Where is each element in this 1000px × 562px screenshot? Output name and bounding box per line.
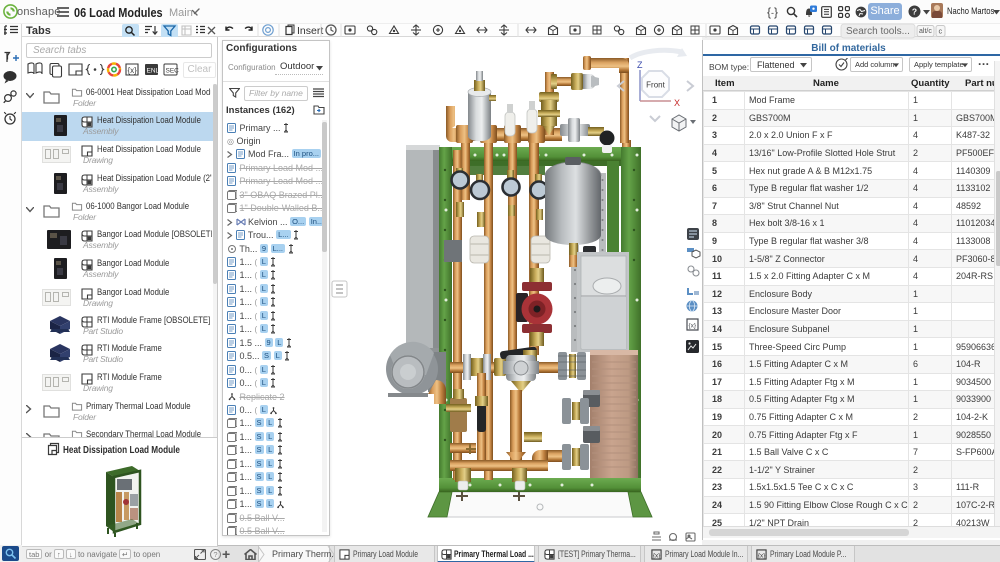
- svg-text:{x}: {x}: [689, 323, 697, 330]
- svg-text:Front: Front: [646, 81, 665, 90]
- svg-text:?: ?: [912, 6, 917, 16]
- svg-text:Tabs: Tabs: [26, 25, 51, 37]
- svg-text:c: c: [939, 27, 943, 36]
- svg-text:X: X: [674, 98, 680, 108]
- svg-text:alt/c: alt/c: [919, 28, 932, 35]
- svg-text:SEC: SEC: [166, 68, 180, 75]
- svg-text:?: ?: [213, 550, 217, 559]
- svg-text:ENL: ENL: [147, 68, 160, 75]
- svg-text:{x}: {x}: [758, 552, 766, 559]
- svg-text:Insert: Insert: [297, 25, 323, 37]
- svg-text:{x}: {x}: [653, 552, 661, 559]
- svg-text:Z: Z: [637, 60, 643, 70]
- svg-text:Search tools...: Search tools...: [846, 26, 910, 37]
- svg-text:{x}: {x}: [128, 66, 138, 75]
